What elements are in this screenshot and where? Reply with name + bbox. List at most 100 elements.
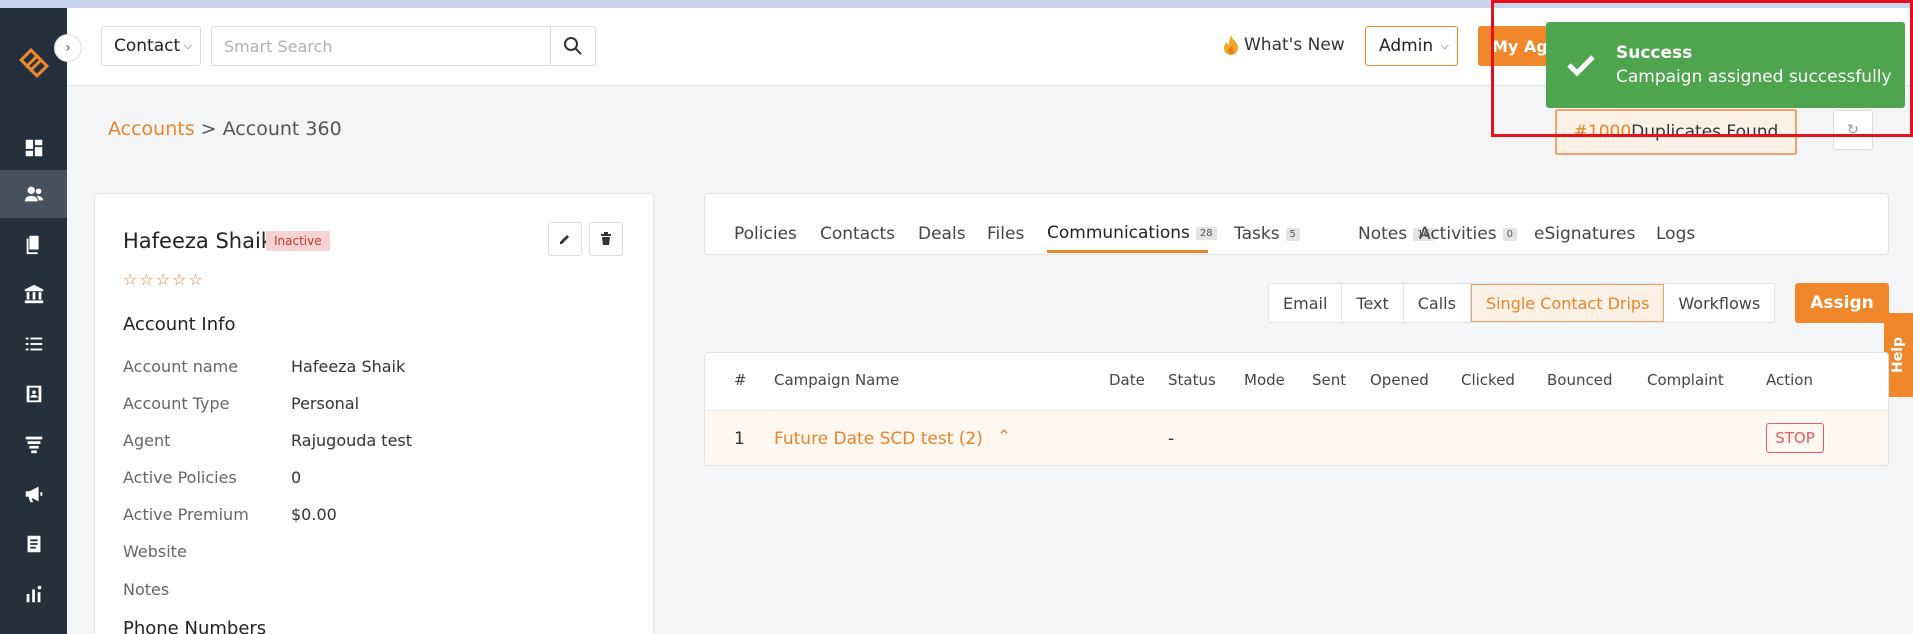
tab-label: Contacts [820, 224, 895, 244]
refresh-button[interactable]: ↻ [1833, 110, 1873, 150]
help-label: Help [1890, 336, 1907, 374]
contact-book-icon [26, 385, 41, 403]
sidebar-item-dashboard[interactable] [0, 124, 67, 172]
whats-new-link[interactable]: What's New [1222, 34, 1345, 56]
field-label: Notes [123, 580, 170, 599]
subtab-email[interactable]: Email [1269, 284, 1343, 322]
tab-label: Logs [1656, 224, 1696, 244]
smart-search-input[interactable] [211, 26, 551, 66]
success-toast[interactable]: Success Campaign assigned successfully [1546, 22, 1905, 108]
tab-policies[interactable]: Policies [734, 224, 797, 244]
tab-label: Tasks [1234, 224, 1280, 244]
field-value: 0 [291, 468, 302, 487]
stop-campaign-button[interactable]: STOP [1766, 423, 1824, 453]
sidebar [0, 8, 67, 634]
tab-label: Activities [1419, 224, 1497, 244]
breadcrumb-current: Account 360 [222, 118, 342, 140]
tab-activities[interactable]: Activities 0 [1419, 224, 1517, 244]
sidebar-item-reports[interactable] [0, 520, 67, 568]
checkmark-icon [1546, 53, 1616, 77]
account-tabs: Policies Contacts Deals Files Communicat… [704, 193, 1889, 255]
sidebar-item-documents[interactable] [0, 220, 67, 268]
tab-files[interactable]: Files [987, 224, 1024, 244]
users-icon [24, 186, 43, 202]
field-label: Active Premium [123, 505, 249, 524]
analytics-icon [26, 585, 41, 603]
search-icon [564, 37, 582, 55]
role-select[interactable]: Admin ⌵ [1365, 26, 1458, 66]
tab-communications[interactable]: Communications 28 [1047, 223, 1217, 243]
tab-label: eSignatures [1534, 224, 1636, 244]
subtab-workflows[interactable]: Workflows [1664, 284, 1774, 322]
duplicates-label: Duplicates Found [1631, 122, 1779, 142]
sidebar-item-accounts[interactable] [0, 270, 67, 318]
pencil-icon [560, 235, 569, 244]
duplicates-found-button[interactable]: #1000 Duplicates Found [1555, 109, 1797, 155]
field-label: Account Type [123, 394, 230, 413]
sidebar-item-pipeline[interactable] [0, 420, 67, 468]
tab-esignatures[interactable]: eSignatures [1534, 224, 1635, 244]
account-info-title: Account Info [123, 314, 236, 335]
assign-button[interactable]: Assign [1795, 283, 1889, 323]
column-header: Opened [1370, 371, 1429, 389]
tab-count-badge: 0 [1502, 227, 1517, 241]
field-value: Hafeeza Shaik [291, 357, 406, 376]
row-index: 1 [734, 429, 745, 449]
whats-new-label: What's New [1244, 35, 1345, 55]
tab-label: Notes [1358, 224, 1408, 244]
phone-numbers-title: Phone Numbers [123, 618, 267, 634]
campaign-name-link[interactable]: Future Date SCD test (2) [774, 429, 983, 449]
tab-logs[interactable]: Logs [1656, 224, 1695, 244]
communication-subtabs: Email Text Calls Single Contact Drips Wo… [1268, 283, 1776, 323]
sidebar-item-contacts[interactable] [0, 170, 67, 218]
sidebar-item-contact-book[interactable] [0, 370, 67, 418]
tab-deals[interactable]: Deals [918, 224, 966, 244]
bank-icon [24, 284, 43, 304]
sidebar-item-lists[interactable] [0, 320, 67, 368]
sidebar-collapse-toggle[interactable]: › [54, 34, 82, 62]
tab-contacts[interactable]: Contacts [820, 224, 895, 244]
refresh-icon: ↻ [1847, 122, 1859, 138]
delete-account-button[interactable] [589, 222, 623, 256]
breadcrumb-accounts-link[interactable]: Accounts [108, 118, 195, 140]
fire-icon [1224, 35, 1238, 55]
app-logo-icon[interactable] [17, 46, 51, 80]
entity-type-select-value: Contact [114, 36, 181, 56]
field-label: Website [123, 542, 187, 561]
entity-type-select[interactable]: Contact ⌵ [101, 26, 201, 66]
breadcrumb: Accounts > Account 360 [108, 118, 342, 140]
subtab-single-contact-drips[interactable]: Single Contact Drips [1470, 284, 1665, 322]
tab-label: Deals [918, 224, 966, 244]
column-header: Mode [1244, 371, 1285, 389]
column-header: Clicked [1461, 371, 1515, 389]
column-header: Complaint [1647, 371, 1724, 389]
table-row[interactable]: 1 Future Date SCD test (2) ⌃ - STOP [705, 410, 1888, 465]
documents-icon [26, 235, 39, 255]
column-header: Action [1766, 371, 1813, 389]
status-badge: Inactive [266, 231, 330, 251]
subtab-calls[interactable]: Calls [1404, 284, 1471, 322]
subtab-text[interactable]: Text [1342, 284, 1404, 322]
account-info-card: Hafeeza Shaik Inactive ☆☆☆☆☆ Account Inf… [94, 193, 654, 634]
edit-account-button[interactable] [548, 222, 582, 256]
chevron-right-icon: › [65, 40, 71, 56]
chevron-up-icon[interactable]: ⌃ [997, 427, 1011, 447]
browser-top-strip [0, 0, 1913, 8]
list-icon [25, 337, 42, 351]
search-button[interactable] [551, 26, 596, 66]
column-header: Campaign Name [774, 371, 900, 389]
toast-title: Success [1616, 43, 1693, 63]
sidebar-item-analytics[interactable] [0, 570, 67, 618]
field-label: Account name [123, 357, 239, 376]
sidebar-item-campaigns[interactable] [0, 470, 67, 518]
tab-label: Files [987, 224, 1025, 244]
trash-icon [601, 232, 611, 245]
tab-tasks[interactable]: Tasks 5 [1234, 224, 1300, 244]
report-icon [27, 535, 40, 553]
column-header: Status [1168, 371, 1216, 389]
active-tab-indicator [1047, 250, 1208, 253]
chevron-down-icon: ⌵ [1440, 39, 1449, 52]
tab-count-badge: 28 [1195, 226, 1217, 240]
column-header: # [734, 371, 747, 389]
rating-stars[interactable]: ☆☆☆☆☆ [123, 270, 205, 289]
